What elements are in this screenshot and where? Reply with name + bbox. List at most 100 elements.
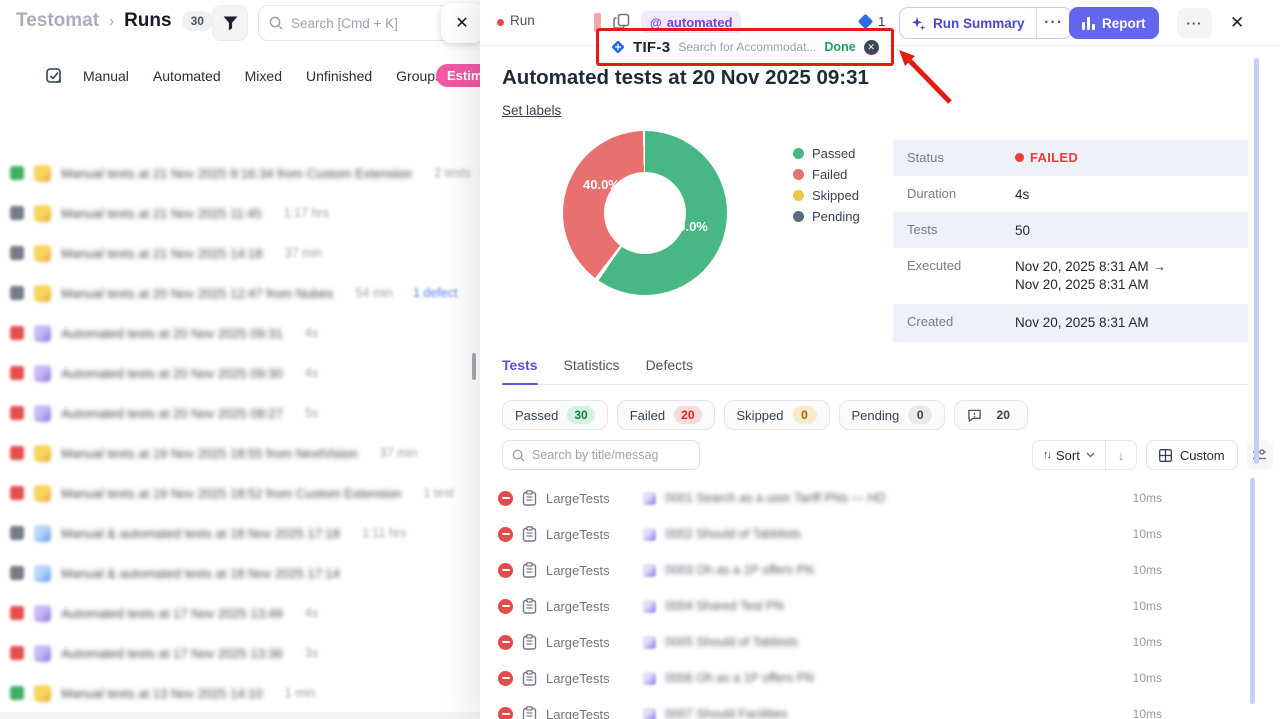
test-title: 0004 Shared Test PN — [665, 599, 784, 613]
runs-filter-tabs: ManualAutomatedMixedUnfinishedGroups — [46, 62, 442, 90]
set-labels-link[interactable]: Set labels — [502, 103, 561, 118]
panel-scrollbar[interactable] — [472, 353, 476, 380]
run-list-item[interactable]: Manual & automated tests at 18 Nov 2025 … — [0, 553, 480, 593]
close-icon: ✕ — [455, 13, 468, 33]
run-list-item[interactable]: Automated tests at 17 Nov 2025 13:36 3s — [0, 633, 480, 673]
summary-value-line: Nov 20, 2025 8:31 AM — [1015, 314, 1149, 332]
test-list-item[interactable]: LargeTests0004 Shared Test PN10ms — [498, 588, 1162, 624]
run-list-item[interactable]: Manual tests at 19 Nov 2025 18:55 from N… — [0, 433, 480, 473]
chip-skipped[interactable]: Skipped0 — [724, 400, 830, 430]
filter-tab-unfinished[interactable]: Unfinished — [306, 68, 372, 84]
run-meta: 3s — [305, 646, 318, 660]
test-list-item[interactable]: LargeTests0006 Oh as a 1P offers PN10ms — [498, 660, 1162, 696]
bar-chart-icon — [1082, 17, 1095, 30]
run-list-item[interactable]: Manual tests at 21 Nov 2025 14:1837 min — [0, 233, 480, 273]
issue-badge — [643, 528, 656, 541]
run-list-item[interactable]: Manual tests at 20 Nov 2025 12:47 from N… — [0, 273, 480, 313]
test-duration: 10ms — [1133, 707, 1162, 719]
run-defects-link[interactable]: 1 defect — [413, 286, 457, 300]
failed-icon — [498, 491, 513, 506]
run-status-icon — [10, 606, 24, 620]
test-list-scrollbar[interactable] — [1250, 478, 1255, 704]
run-summary-more-button[interactable]: ··· — [1037, 8, 1071, 38]
issue-remove-icon[interactable]: ✕ — [864, 40, 879, 55]
status-badge: FAILED — [1015, 150, 1078, 165]
run-kind-icon — [34, 165, 51, 182]
select-all-icon[interactable] — [46, 68, 63, 85]
sparkles-icon — [911, 16, 926, 31]
chip-count-badge: 20 — [991, 406, 1015, 424]
test-list-item[interactable]: LargeTests0002 Should of Tabblists10ms — [498, 516, 1162, 552]
clipboard-icon — [522, 670, 537, 686]
clear-search-button[interactable]: ✕ — [441, 3, 483, 43]
funnel-icon — [223, 16, 238, 31]
tab-statistics[interactable]: Statistics — [564, 357, 620, 384]
test-list-item[interactable]: LargeTests0003 Oh as a 1P offers PN10ms — [498, 552, 1162, 588]
chip-failed[interactable]: Failed20 — [617, 400, 715, 430]
run-meta: 1:17 hrs — [284, 206, 329, 220]
run-kind-icon — [34, 685, 51, 702]
run-status-icon — [10, 646, 24, 660]
report-button[interactable]: Report — [1069, 7, 1159, 39]
issue-popup[interactable]: TIF-3 Search for Accommodat... Done ✕ — [601, 33, 889, 61]
search-input[interactable] — [291, 16, 441, 31]
failed-icon — [498, 707, 513, 719]
run-list-item[interactable]: Automated tests at 17 Nov 2025 13:494s — [0, 593, 480, 633]
sort-direction-button[interactable]: ↓ — [1106, 441, 1136, 469]
run-title-text: Manual tests at 19 Nov 2025 18:55 from N… — [61, 446, 358, 461]
drawer-scrollbar[interactable] — [1254, 58, 1259, 464]
chip-passed[interactable]: Passed30 — [502, 400, 608, 430]
comment-icon — [967, 408, 982, 423]
tab-tests[interactable]: Tests — [502, 357, 538, 384]
test-list-item[interactable]: LargeTests0005 Should of Tabbists10ms — [498, 624, 1162, 660]
suite-label: LargeTests — [546, 599, 622, 614]
legend-label: Skipped — [812, 188, 859, 203]
test-list-item[interactable]: LargeTests0007 Should Facilities10ms — [498, 696, 1162, 719]
run-list-item[interactable]: Manual & automated tests at 18 Nov 2025 … — [0, 513, 480, 553]
filter-tab-automated[interactable]: Automated — [153, 68, 221, 84]
test-search-input[interactable] — [532, 448, 682, 462]
sort-arrows-icon: ↑↓ — [1043, 449, 1050, 461]
chip-comments[interactable]: 20 — [954, 400, 1028, 430]
suite-label: LargeTests — [546, 707, 622, 719]
run-list-item[interactable]: Automated tests at 20 Nov 2025 08:275s — [0, 393, 480, 433]
legend-dot — [793, 211, 804, 222]
run-status-icon — [10, 486, 24, 500]
run-label: Run — [510, 13, 535, 28]
filter-sliders-button[interactable] — [1247, 440, 1273, 470]
test-list: LargeTests0001 Search as a user Tariff P… — [498, 480, 1162, 719]
chevron-down-icon — [1086, 452, 1095, 458]
sort-label: Sort — [1056, 448, 1080, 463]
legend-label: Passed — [812, 146, 855, 161]
more-options-button[interactable]: ··· — [1177, 8, 1212, 38]
run-title-text: Automated tests at 17 Nov 2025 13:36 — [61, 646, 283, 661]
run-list-item[interactable]: Automated tests at 20 Nov 2025 09:314s — [0, 313, 480, 353]
runs-count-badge: 30 — [182, 11, 213, 31]
run-summary-button[interactable]: Run Summary ··· — [899, 7, 1072, 39]
left-bottom-strip — [0, 712, 480, 719]
run-list-item[interactable]: Manual tests at 13 Nov 2025 14:101 min — [0, 673, 480, 713]
legend-label: Failed — [812, 167, 847, 182]
run-list-item[interactable]: Manual tests at 21 Nov 2025 9:16:34 from… — [0, 153, 480, 193]
run-list-item[interactable]: Manual tests at 21 Nov 2025 11:451:17 hr… — [0, 193, 480, 233]
detail-tabs: Tests Statistics Defects — [502, 357, 1248, 385]
run-status-dot — [497, 19, 504, 26]
filter-tab-mixed[interactable]: Mixed — [245, 68, 282, 84]
chip-pending[interactable]: Pending0 — [839, 400, 946, 430]
test-list-item[interactable]: LargeTests0001 Search as a user Tariff P… — [498, 480, 1162, 516]
issue-summary: Search for Accommodat... — [678, 40, 816, 54]
sort-dropdown[interactable]: ↑↓ Sort — [1033, 441, 1105, 469]
test-search[interactable] — [502, 440, 700, 470]
drawer-close-icon[interactable]: ✕ — [1230, 13, 1244, 33]
run-meta: 54 min — [355, 286, 393, 300]
run-list-item[interactable]: Automated tests at 20 Nov 2025 09:304s — [0, 353, 480, 393]
legend-item-skipped: Skipped — [793, 185, 860, 206]
run-list-item[interactable]: Manual tests at 19 Nov 2025 18:52 from C… — [0, 473, 480, 513]
tab-defects[interactable]: Defects — [646, 357, 693, 384]
custom-view-button[interactable]: Custom — [1146, 440, 1238, 470]
chip-label: Failed — [630, 408, 665, 423]
legend-dot — [793, 148, 804, 159]
summary-value: Nov 20, 2025 8:31 AM — [1015, 314, 1149, 332]
filter-button[interactable] — [212, 5, 248, 41]
filter-tab-manual[interactable]: Manual — [83, 68, 129, 84]
